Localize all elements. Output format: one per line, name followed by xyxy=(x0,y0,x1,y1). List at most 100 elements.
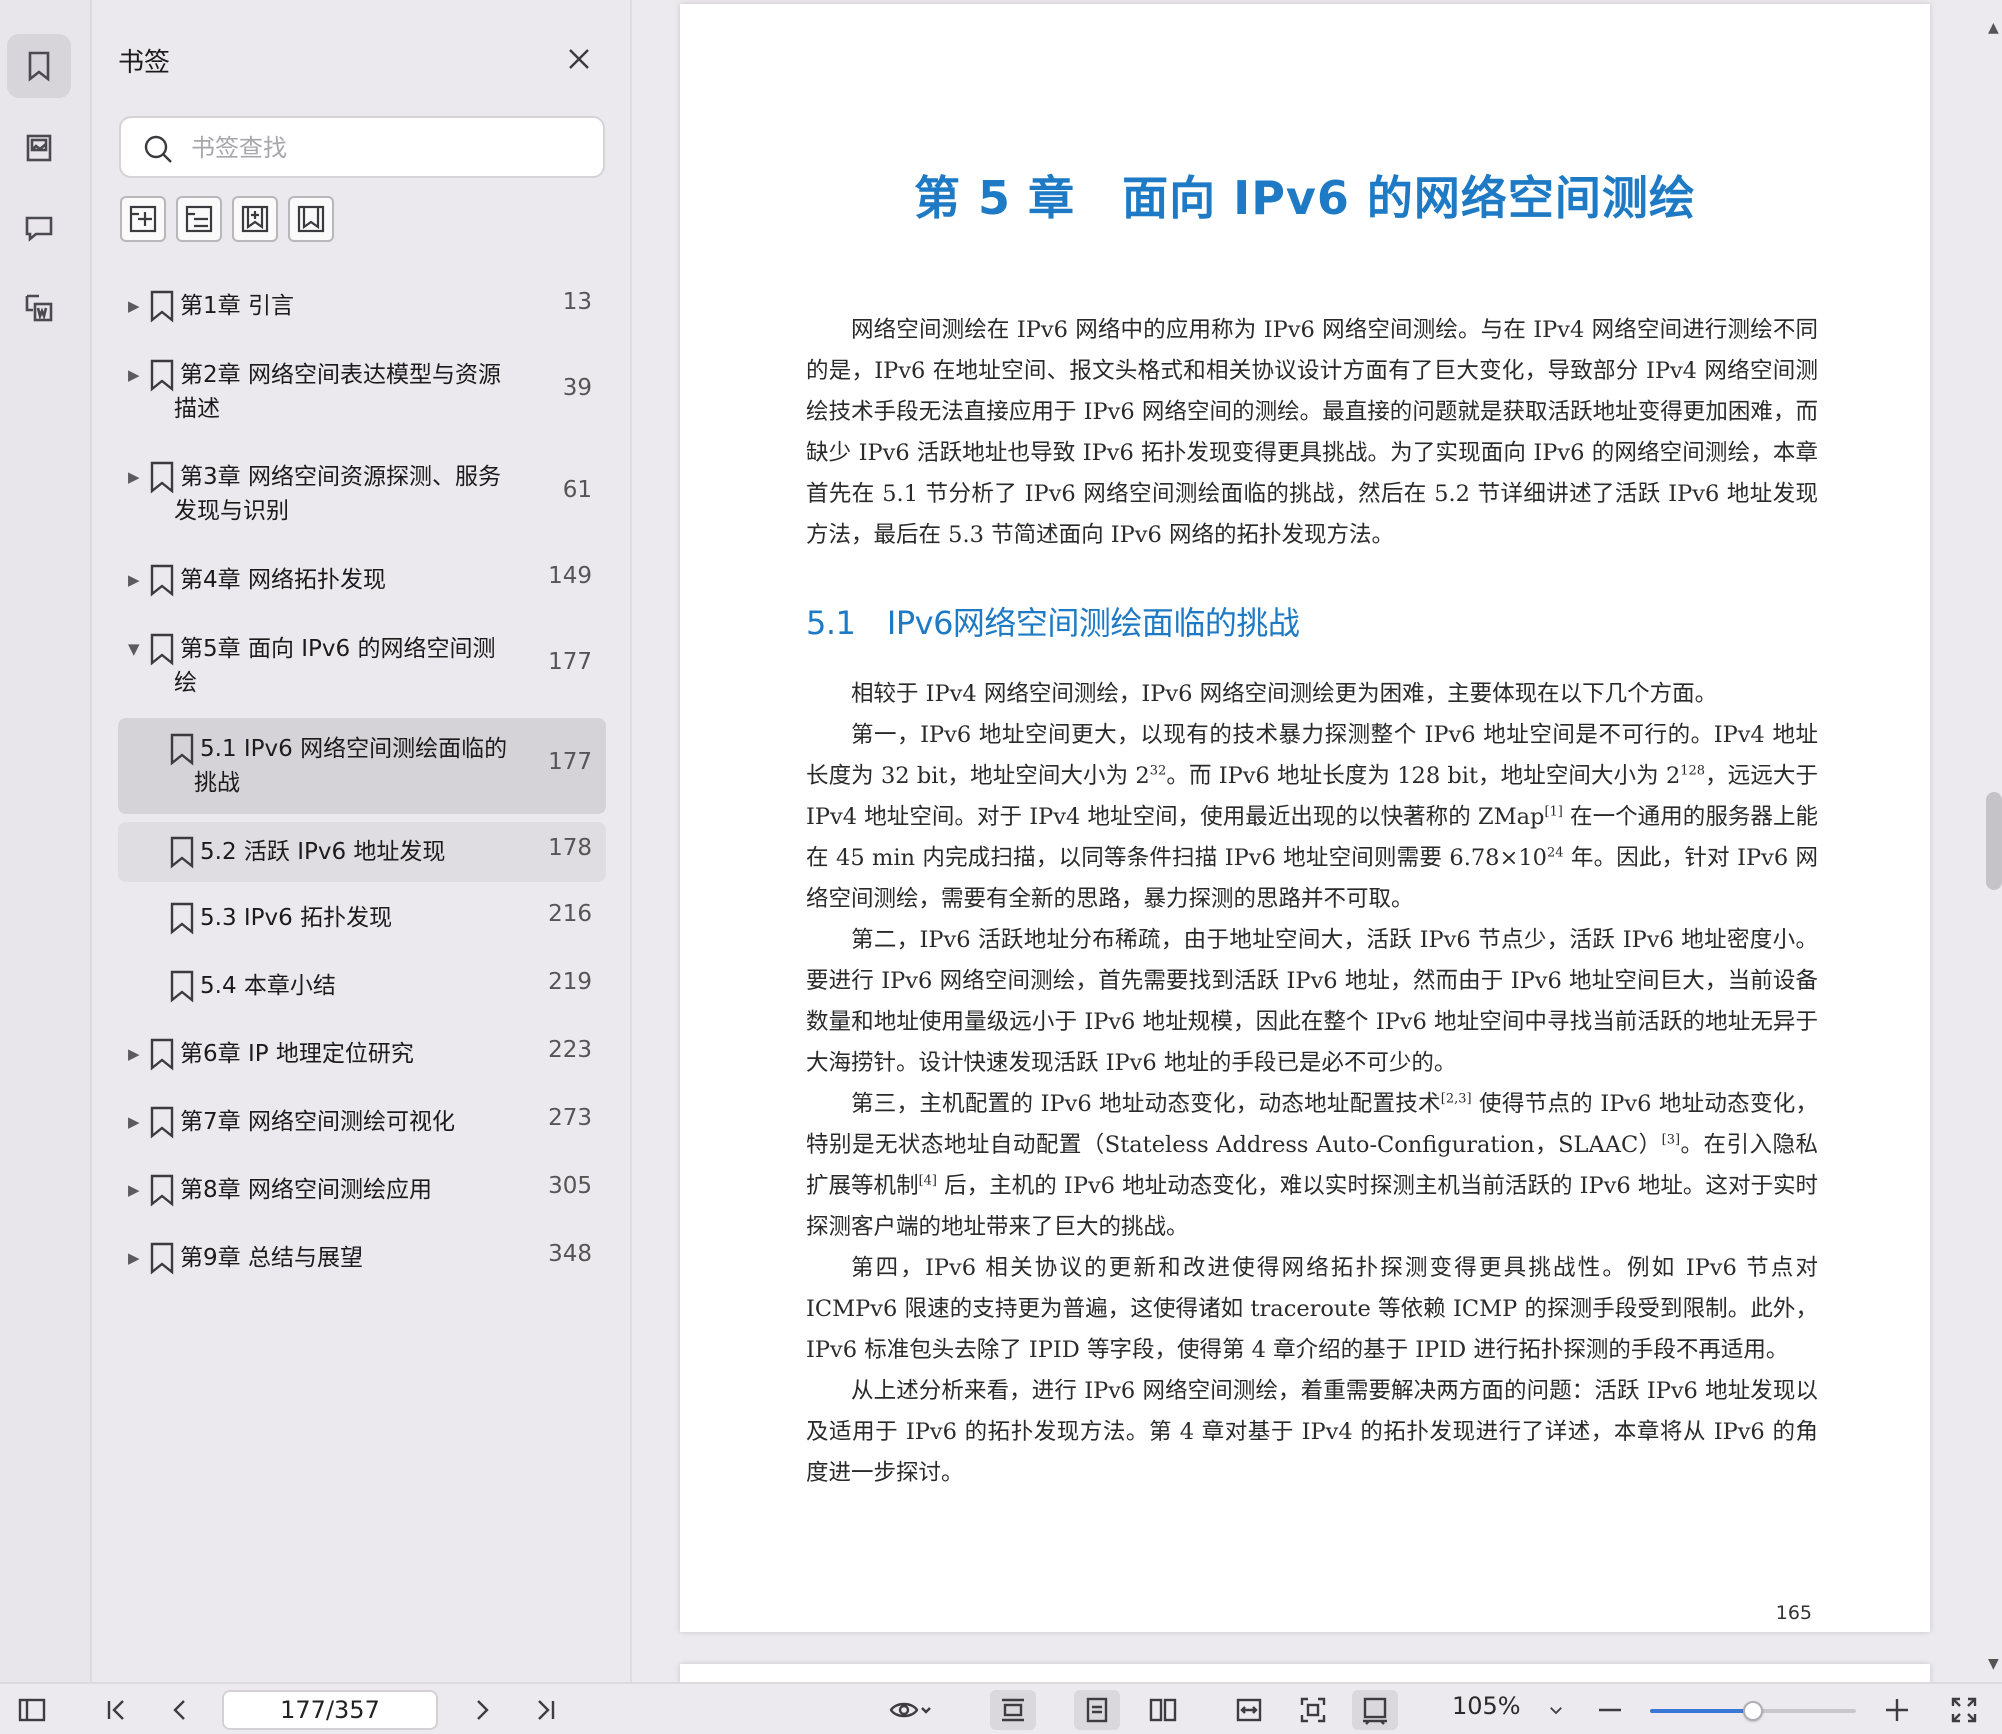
zoom-out-icon[interactable] xyxy=(1594,1690,1626,1730)
bookmark-page-number: 219 xyxy=(548,969,592,995)
bookmark-label: 第1章 引言 xyxy=(180,293,294,319)
collapse-all-icon[interactable] xyxy=(176,196,222,242)
bookmark-page-number: 61 xyxy=(562,477,592,503)
bookmark-item[interactable]: 5.2 活跃 IPv6 地址发现 178 xyxy=(118,822,606,882)
bookmark-item[interactable]: ▶ 第9章 总结与展望 348 xyxy=(118,1238,606,1278)
paragraph: 网络空间测绘在 IPv6 网络中的应用称为 IPv6 网络空间测绘。与在 IPv… xyxy=(806,317,1818,548)
paragraph: 第一，IPv6 地址空间更大，以现有的技术暴力探测整个 IPv6 地址空间是不可… xyxy=(806,715,1818,920)
bookmark-item[interactable]: ▶ 第4章 网络拓扑发现 149 xyxy=(118,560,606,600)
zoom-dropdown-chevron-icon[interactable] xyxy=(1544,1690,1568,1730)
collapsed-arrow-icon[interactable]: ▶ xyxy=(128,366,140,384)
sidebar-toggle-icon[interactable] xyxy=(12,1690,52,1730)
bookmark-icon[interactable] xyxy=(7,34,71,98)
bookmark-item[interactable]: ▶ 第8章 网络空间测绘应用 305 xyxy=(118,1170,606,1210)
read-mode-icon[interactable] xyxy=(880,1690,940,1730)
bookmark-page-number: 178 xyxy=(548,835,592,861)
bookmark-search[interactable] xyxy=(119,116,605,178)
bookmark-label: 第3章 网络空间资源探测、服务 xyxy=(180,464,501,490)
continuous-scroll-icon[interactable] xyxy=(990,1690,1036,1730)
bookmark-label: 第7章 网络空间测绘可视化 xyxy=(180,1109,455,1135)
bookmark-label: 5.1 IPv6 网络空间测绘面临的 xyxy=(200,736,508,762)
pdf-page: 第 5 章 面向 IPv6 的网络空间测绘 网络空间测绘在 IPv6 网络中的应… xyxy=(680,4,1930,1632)
citation: [2,3] xyxy=(1440,1091,1472,1107)
bookmark-page-number: 223 xyxy=(548,1037,592,1063)
search-input[interactable] xyxy=(191,128,591,168)
text-span: 第三，主机配置的 IPv6 地址动态变化，动态地址配置技术 xyxy=(851,1091,1441,1117)
collapsed-arrow-icon[interactable]: ▶ xyxy=(128,297,140,315)
vertical-scrollbar[interactable] xyxy=(1986,792,2002,890)
next-page-icon[interactable] xyxy=(462,1690,502,1730)
bookmark-icon xyxy=(168,969,196,1003)
collapsed-arrow-icon[interactable]: ▶ xyxy=(128,1249,140,1267)
paragraph: 从上述分析来看，进行 IPv6 网络空间测绘，着重需要解决两方面的问题：活跃 I… xyxy=(806,1378,1818,1486)
collapsed-arrow-icon[interactable]: ▶ xyxy=(128,1045,140,1063)
bookmark-item[interactable]: ▶ 第2章 网络空间表达模型与资源描述 39 xyxy=(118,352,606,432)
bookmark-item[interactable]: ▼ 第5章 面向 IPv6 的网络空间测绘 177 xyxy=(118,626,606,706)
word-convert-icon[interactable] xyxy=(7,276,71,340)
zoom-level[interactable]: 105% xyxy=(1452,1692,1521,1720)
bookmark-page-number: 348 xyxy=(548,1241,592,1267)
add-bookmark-icon[interactable] xyxy=(232,196,278,242)
paragraph: 第三，主机配置的 IPv6 地址动态变化，动态地址配置技术[2,3] 使得节点的… xyxy=(806,1084,1818,1248)
fit-page-icon[interactable] xyxy=(1290,1690,1336,1730)
bookmark-icon xyxy=(148,1105,176,1139)
two-page-icon[interactable] xyxy=(1140,1690,1186,1730)
fullscreen-icon[interactable] xyxy=(1944,1690,1984,1730)
actual-size-icon[interactable] xyxy=(1352,1690,1398,1730)
bookmark-page-number: 39 xyxy=(562,375,592,401)
zoom-slider-fill xyxy=(1650,1709,1753,1713)
collapsed-arrow-icon[interactable]: ▶ xyxy=(128,1181,140,1199)
bookmark-label: 5.3 IPv6 拓扑发现 xyxy=(200,905,393,931)
zoom-slider[interactable] xyxy=(1650,1701,1856,1721)
zoom-slider-handle[interactable] xyxy=(1743,1701,1763,1721)
bookmark-item[interactable]: 5.4 本章小结 219 xyxy=(118,966,606,1006)
superscript: 24 xyxy=(1546,845,1564,861)
bookmark-item[interactable]: 5.1 IPv6 网络空间测绘面临的 挑战 177 xyxy=(118,718,606,814)
comment-icon[interactable] xyxy=(7,196,71,260)
page-number-input[interactable]: 177/357 xyxy=(222,1690,438,1730)
bookmark-icon xyxy=(148,1241,176,1275)
collapsed-arrow-icon[interactable]: ▶ xyxy=(128,468,140,486)
bookmark-label: 第2章 网络空间表达模型与资源 xyxy=(180,362,501,388)
thumbnail-icon[interactable] xyxy=(7,116,71,180)
bookmark-label: 第8章 网络空间测绘应用 xyxy=(180,1177,432,1203)
bookmark-label: 5.4 本章小结 xyxy=(200,973,336,999)
bookmark-panel: 书签 ▶ 第1章 引言 13 ▶ 第2章 网络空间表达模型与资源描述 39 ▶ 第3章 网络空… xyxy=(92,0,632,1682)
last-page-icon[interactable] xyxy=(526,1690,566,1730)
bookmark-item[interactable]: ▶ 第3章 网络空间资源探测、服务 发现与识别 61 xyxy=(118,454,606,534)
collapsed-arrow-icon[interactable]: ▶ xyxy=(128,1113,140,1131)
citation: [1] xyxy=(1544,804,1563,820)
paragraph: 第二，IPv6 活跃地址分布稀疏，由于地址空间大，活跃 IPv6 节点少，活跃 … xyxy=(806,927,1818,1076)
bookmark-icon xyxy=(148,460,176,494)
bookmark-label-continued: 描述 xyxy=(174,396,220,422)
bookmark-item[interactable]: ▶ 第6章 IP 地理定位研究 223 xyxy=(118,1034,606,1074)
bookmark-label: 第9章 总结与展望 xyxy=(180,1245,363,1271)
bookmark-item[interactable]: 5.3 IPv6 拓扑发现 216 xyxy=(118,898,606,938)
bookmark-ribbon-icon[interactable] xyxy=(288,196,334,242)
bookmark-item[interactable]: ▶ 第7章 网络空间测绘可视化 273 xyxy=(118,1102,606,1142)
bookmark-page-number: 149 xyxy=(548,563,592,589)
expanded-arrow-icon[interactable]: ▼ xyxy=(128,640,140,658)
bookmark-item[interactable]: ▶ 第1章 引言 13 xyxy=(118,286,606,326)
bookmark-icon xyxy=(168,732,196,766)
bookmark-page-number: 273 xyxy=(548,1105,592,1131)
bookmark-page-number: 216 xyxy=(548,901,592,927)
bookmark-label: 第4章 网络拓扑发现 xyxy=(180,567,386,593)
superscript: 128 xyxy=(1680,763,1706,779)
zoom-in-icon[interactable] xyxy=(1880,1690,1914,1730)
page-number: 165 xyxy=(1775,1602,1812,1624)
single-page-icon[interactable] xyxy=(1074,1690,1120,1730)
close-icon[interactable] xyxy=(562,42,596,76)
panel-title: 书签 xyxy=(118,48,171,78)
bookmark-label-continued: 挑战 xyxy=(194,770,240,796)
fit-width-icon[interactable] xyxy=(1226,1690,1272,1730)
scroll-up-arrow[interactable]: ▲ xyxy=(1988,20,1999,36)
first-page-icon[interactable] xyxy=(96,1690,136,1730)
collapsed-arrow-icon[interactable]: ▶ xyxy=(128,571,140,589)
bookmark-icon xyxy=(148,632,176,666)
previous-page-icon[interactable] xyxy=(160,1690,200,1730)
section-body: 相较于 IPv4 网络空间测绘，IPv6 网络空间测绘更为困难，主要体现在以下几… xyxy=(806,674,1818,1494)
paragraph: 相较于 IPv4 网络空间测绘，IPv6 网络空间测绘更为困难，主要体现在以下几… xyxy=(851,681,1718,707)
expand-all-icon[interactable] xyxy=(120,196,166,242)
scroll-down-arrow[interactable]: ▼ xyxy=(1988,1656,1999,1672)
